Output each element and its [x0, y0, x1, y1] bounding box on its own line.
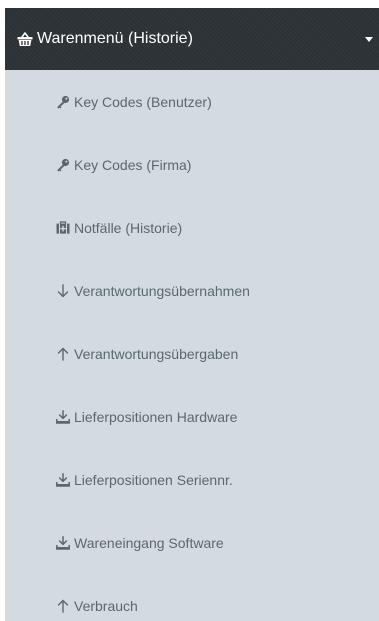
submenu-item-key-codes-benutzer[interactable]: Key Codes (Benutzer) — [5, 70, 379, 133]
submenu-item-key-codes-firma[interactable]: Key Codes (Firma) — [5, 133, 379, 196]
download-icon — [55, 535, 70, 550]
submenu-item-label: Verantwortungsübergaben — [74, 345, 239, 362]
submenu-item-verbrauch[interactable]: Verbrauch — [5, 574, 379, 621]
submenu-item-lieferpositionen-hardware[interactable]: Lieferpositionen Hardware — [5, 385, 379, 448]
key-icon — [55, 95, 70, 109]
submenu-item-notfaelle[interactable]: Notfälle (Historie) — [5, 196, 379, 259]
medkit-icon — [55, 221, 70, 235]
submenu-item-verantwortungsuebergaben[interactable]: Verantwortungsübergaben — [5, 322, 379, 385]
submenu-item-label: Notfälle (Historie) — [74, 219, 183, 236]
submenu-item-verantwortungsuebernahmen[interactable]: Verantwortungsübernahmen — [5, 259, 379, 322]
caret-down-icon — [365, 37, 373, 42]
menu-header-warenmenue[interactable]: Warenmenü (Historie) — [5, 8, 379, 70]
basket-icon — [17, 31, 33, 47]
submenu-item-label: Key Codes (Firma) — [74, 156, 192, 173]
download-icon — [55, 409, 70, 424]
arrow-up-icon — [55, 347, 70, 361]
submenu-item-label: Key Codes (Benutzer) — [74, 93, 212, 110]
sidebar: Warenmenü (Historie) Key Codes (Benutzer… — [5, 8, 379, 621]
submenu-item-wareneingang-software[interactable]: Wareneingang Software — [5, 511, 379, 574]
submenu-list: Key Codes (Benutzer) Key Codes (Firma) N… — [5, 70, 379, 621]
submenu-item-label: Lieferpositionen Hardware — [74, 408, 238, 425]
arrow-up-icon — [55, 599, 70, 613]
menu-header-label: Warenmenü (Historie) — [37, 30, 193, 47]
submenu-item-lieferpositionen-seriennr[interactable]: Lieferpositionen Seriennr. — [5, 448, 379, 511]
submenu-item-label: Wareneingang Software — [74, 534, 224, 551]
submenu-item-label: Verbrauch — [74, 597, 138, 614]
download-icon — [55, 472, 70, 487]
arrow-down-icon — [55, 283, 70, 298]
submenu-item-label: Lieferpositionen Seriennr. — [74, 471, 233, 488]
key-icon — [55, 158, 70, 172]
submenu-item-label: Verantwortungsübernahmen — [74, 282, 250, 299]
